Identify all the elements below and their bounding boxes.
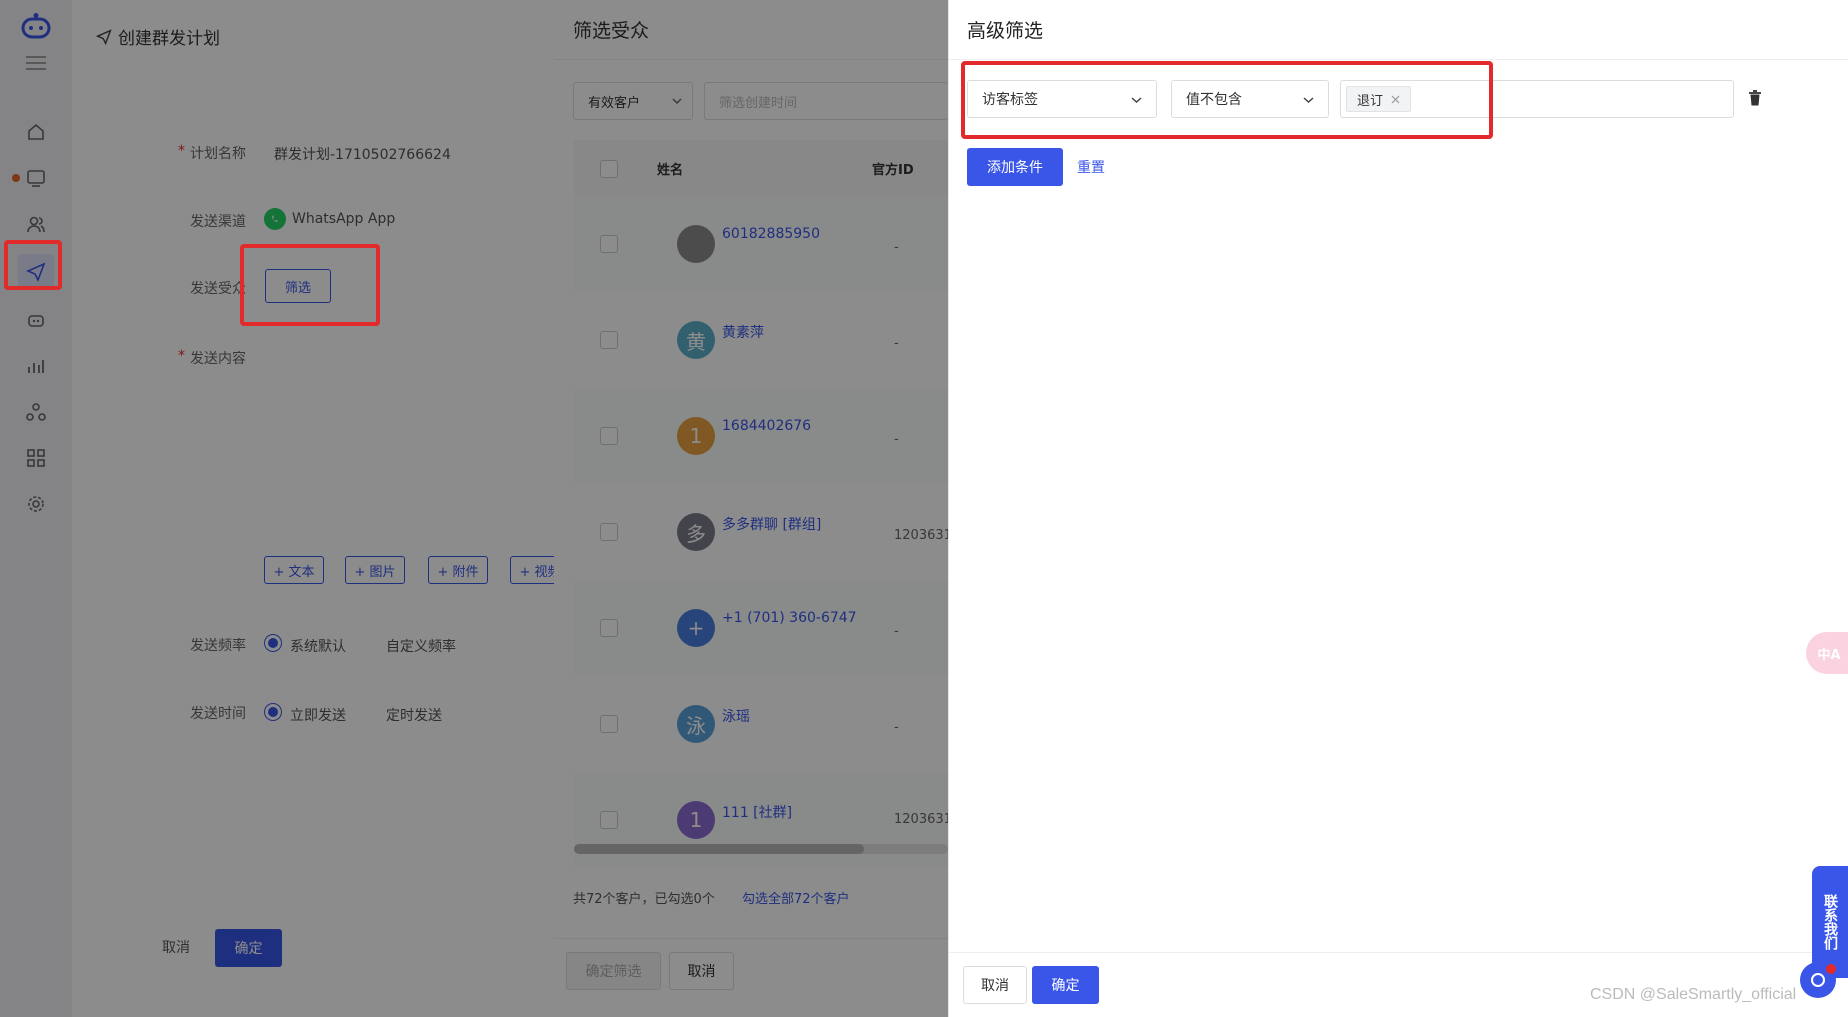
drawer-title: 高级筛选 xyxy=(967,20,1044,42)
watermark: CSDN @SaleSmartly_official xyxy=(1590,986,1797,1003)
highlight-filter-row xyxy=(961,61,1493,139)
drawer-confirm-button[interactable]: 确定 xyxy=(1032,966,1099,1004)
translate-badge[interactable]: 中A xyxy=(1806,632,1848,674)
highlight-broadcast-nav xyxy=(4,240,62,290)
drawer-cancel-button[interactable]: 取消 xyxy=(963,966,1027,1004)
reset-link[interactable]: 重置 xyxy=(1077,157,1105,177)
trash-icon[interactable] xyxy=(1748,90,1762,107)
add-condition-button[interactable]: 添加条件 xyxy=(967,148,1063,186)
advanced-filter-drawer: 高级筛选 访客标签 值不包含 退订 添加条件 重置 取消 确定 xyxy=(948,0,1848,1017)
unread-dot xyxy=(1826,964,1836,974)
highlight-filter-button xyxy=(240,244,380,326)
contact-us-label: 联系我们 xyxy=(1822,894,1838,950)
modal-overlay[interactable] xyxy=(0,0,948,1017)
